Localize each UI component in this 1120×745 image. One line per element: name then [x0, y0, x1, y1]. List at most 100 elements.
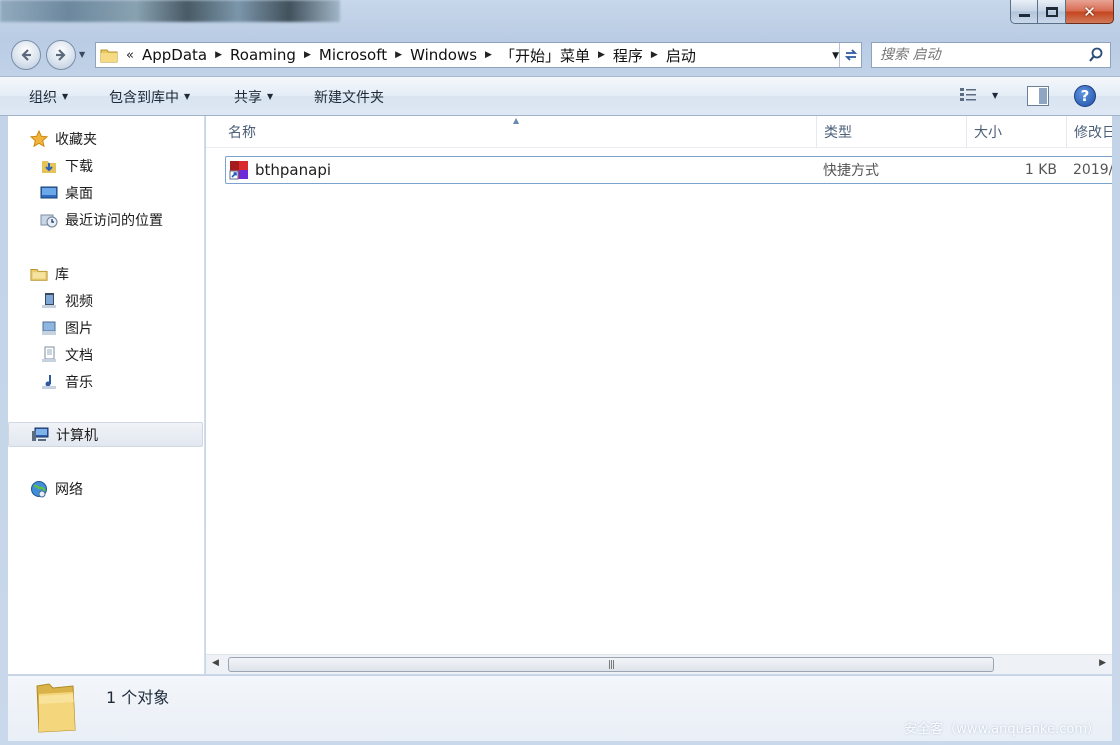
- breadcrumb-separator-icon[interactable]: ▶: [391, 50, 406, 60]
- folder-icon: [100, 49, 118, 63]
- sidebar-item-label: 最近访问的位置: [65, 212, 163, 229]
- breadcrumb-separator-icon[interactable]: ▶: [211, 50, 226, 60]
- breadcrumb-programs[interactable]: 程序: [609, 45, 647, 66]
- change-view-button[interactable]: ▼: [958, 86, 998, 104]
- breadcrumb-start-menu[interactable]: 「开始」菜单: [496, 45, 594, 66]
- search-icon[interactable]: [1088, 47, 1104, 63]
- sidebar-item-label: 音乐: [65, 374, 93, 391]
- scroll-left-icon[interactable]: ◀: [212, 658, 219, 668]
- star-icon: [30, 129, 48, 148]
- preview-pane-button[interactable]: [1027, 86, 1049, 106]
- sidebar-item-network[interactable]: 网络: [30, 476, 225, 501]
- share-label: 共享: [234, 89, 262, 106]
- breadcrumb-separator-icon[interactable]: ▶: [647, 50, 662, 60]
- sidebar-item-libraries[interactable]: 库: [30, 261, 225, 286]
- large-folder-icon: [36, 683, 76, 733]
- breadcrumb-separator-icon[interactable]: ▶: [594, 50, 609, 60]
- maximize-icon: [1045, 6, 1058, 17]
- scrollbar-thumb[interactable]: |||: [228, 657, 994, 672]
- shortcut-file-icon: [229, 161, 248, 180]
- arrow-left-icon: [21, 49, 31, 61]
- item-count: 1 个对象: [106, 688, 170, 707]
- breadcrumb: « AppData ▶ Roaming ▶ Microsoft ▶ Windows ▶ …: [118, 43, 700, 67]
- organize-label: 组织: [29, 89, 57, 106]
- include-in-library-label: 包含到库中: [109, 89, 179, 106]
- chevron-down-icon: ▼: [184, 92, 191, 101]
- music-icon: [40, 373, 58, 391]
- refresh-icon: [844, 49, 857, 61]
- close-button[interactable]: ✕: [1066, 0, 1114, 24]
- blurred-taskbar-area: [0, 0, 340, 22]
- history-dropdown-icon[interactable]: ▼: [79, 50, 85, 59]
- column-header-size[interactable]: 大小: [966, 116, 1067, 148]
- breadcrumb-appdata[interactable]: AppData: [138, 46, 211, 64]
- sidebar-item-label: 计算机: [56, 427, 98, 444]
- sidebar-item-label: 库: [55, 266, 69, 283]
- help-icon[interactable]: ?: [1074, 85, 1096, 107]
- breadcrumb-separator-icon[interactable]: ▶: [481, 50, 496, 60]
- explorer-window: ✕ ▼ « AppData ▶ Roaming ▶ Microsoft ▶ Windo…: [0, 0, 1120, 745]
- file-size-cell: 1 KB: [1024, 162, 1057, 178]
- window-controls: ✕: [1010, 0, 1114, 24]
- minimize-icon: [1018, 14, 1030, 17]
- back-button[interactable]: [11, 40, 41, 70]
- table-row[interactable]: bthpanapi 快捷方式 1 KB 2019/: [225, 156, 1112, 184]
- sidebar-item-favorites[interactable]: 收藏夹: [30, 126, 225, 151]
- column-header-row: ▲ 名称 类型 大小 修改日: [206, 116, 1112, 148]
- column-header-modified[interactable]: 修改日: [1066, 116, 1112, 148]
- chevron-down-icon: ▼: [62, 92, 69, 101]
- chevron-down-icon: ▼: [267, 92, 274, 101]
- details-pane: 1 个对象 安全客（www.anquanke.com）: [8, 675, 1112, 741]
- view-dropdown-icon[interactable]: ▼: [992, 91, 998, 100]
- navigation-pane: 收藏夹 下载 桌面 最近访问的位置 库 视频 图片 文档 音乐 计算机 网络: [8, 116, 205, 674]
- new-folder-label: 新建文件夹: [314, 89, 384, 106]
- breadcrumb-microsoft[interactable]: Microsoft: [315, 46, 391, 64]
- column-header-name[interactable]: 名称: [220, 116, 817, 148]
- desktop-icon: [40, 184, 58, 202]
- sidebar-item-label: 视频: [65, 293, 93, 310]
- overflow-chevron[interactable]: «: [118, 48, 138, 63]
- close-icon: ✕: [1083, 2, 1096, 21]
- file-name: bthpanapi: [255, 161, 332, 179]
- navigation-bar: ▼ « AppData ▶ Roaming ▶ Microsoft ▶ Windows…: [0, 36, 1120, 72]
- breadcrumb-windows[interactable]: Windows: [406, 46, 481, 64]
- sidebar-item-label: 网络: [55, 481, 83, 498]
- search-input[interactable]: [880, 47, 1080, 63]
- title-bar: ✕: [0, 0, 1120, 32]
- documents-icon: [40, 346, 58, 364]
- file-type-cell: 快捷方式: [823, 163, 879, 179]
- include-in-library-button[interactable]: 包含到库中 ▼: [109, 77, 190, 116]
- organize-button[interactable]: 组织 ▼: [29, 77, 68, 116]
- recent-places-icon: [40, 211, 58, 229]
- breadcrumb-startup[interactable]: 启动: [662, 45, 700, 66]
- address-bar[interactable]: « AppData ▶ Roaming ▶ Microsoft ▶ Windows ▶ …: [95, 42, 862, 68]
- sidebar-item-label: 下载: [65, 158, 93, 175]
- breadcrumb-roaming[interactable]: Roaming: [226, 46, 300, 64]
- watermark: 安全客（www.anquanke.com）: [904, 722, 1100, 737]
- downloads-folder-icon: [40, 157, 58, 175]
- new-folder-button[interactable]: 新建文件夹: [314, 77, 384, 116]
- computer-icon: [31, 426, 49, 444]
- scroll-right-icon[interactable]: ▶: [1099, 658, 1106, 668]
- minimize-button[interactable]: [1010, 0, 1038, 24]
- file-name-cell: bthpanapi: [229, 157, 809, 183]
- arrow-right-icon: [56, 49, 66, 61]
- forward-button[interactable]: [46, 40, 76, 70]
- share-button[interactable]: 共享 ▼: [234, 77, 273, 116]
- sidebar-item-label: 收藏夹: [55, 131, 97, 148]
- libraries-icon: [30, 265, 48, 283]
- file-list-pane: ▲ 名称 类型 大小 修改日 bthpanapi 快捷方式 1 KB 2019/: [206, 116, 1112, 674]
- search-box[interactable]: [871, 42, 1111, 68]
- breadcrumb-separator-icon[interactable]: ▶: [300, 50, 315, 60]
- sidebar-item-computer[interactable]: 计算机: [8, 422, 203, 447]
- details-view-icon: [960, 88, 976, 101]
- horizontal-scrollbar[interactable]: ◀ ||| ▶: [206, 654, 1112, 674]
- column-header-type[interactable]: 类型: [816, 116, 967, 148]
- address-dropdown-icon[interactable]: ▼: [832, 51, 839, 61]
- maximize-button[interactable]: [1038, 0, 1066, 24]
- sidebar-item-label: 桌面: [65, 185, 93, 202]
- command-bar: 组织 ▼ 包含到库中 ▼ 共享 ▼ 新建文件夹 ▼ ?: [0, 76, 1120, 116]
- pictures-icon: [40, 319, 58, 337]
- refresh-button[interactable]: [839, 43, 861, 67]
- sidebar-item-label: 图片: [65, 320, 93, 337]
